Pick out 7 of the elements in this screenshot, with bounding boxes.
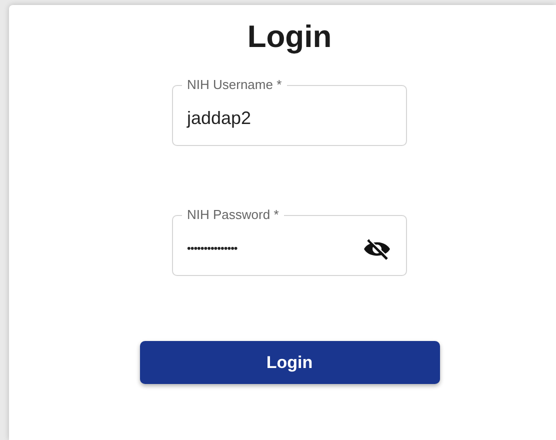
field-label: NIH Username * xyxy=(182,77,287,92)
login-button[interactable]: Login xyxy=(140,341,440,384)
field-value: jaddap2 xyxy=(187,108,252,129)
field-label: NIH Password * xyxy=(182,207,284,222)
eye-slash-icon[interactable] xyxy=(362,236,392,260)
field-value: ••••••••••••••• xyxy=(187,242,238,254)
login-title: Login xyxy=(247,19,332,55)
